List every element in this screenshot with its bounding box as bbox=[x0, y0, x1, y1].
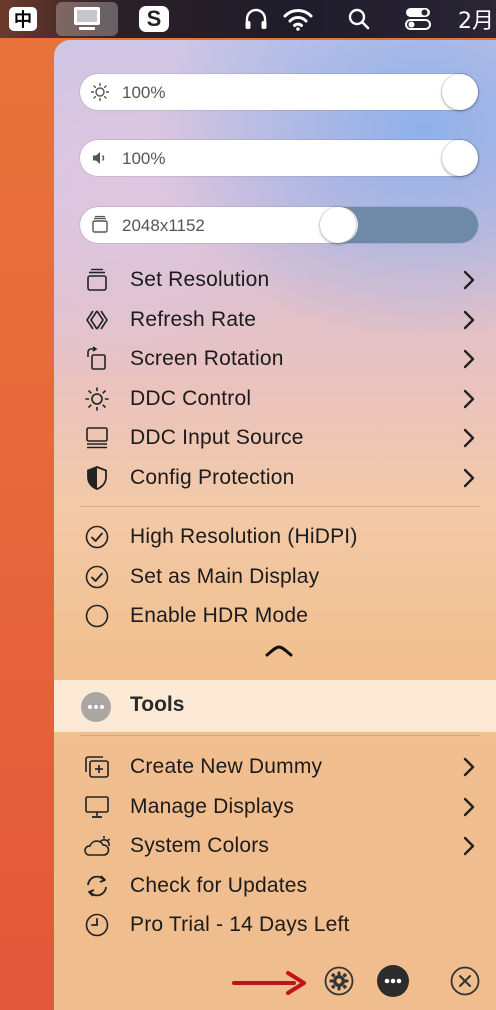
menu-item-config-protection[interactable]: Config Protection bbox=[82, 460, 482, 496]
checkmark-circle-icon bbox=[82, 522, 112, 552]
chevron-right-icon bbox=[463, 468, 475, 488]
display-icon bbox=[74, 7, 100, 30]
resolution-slider-knob[interactable] bbox=[320, 207, 356, 243]
spotlight-item[interactable] bbox=[342, 0, 376, 38]
brightness-value: 100% bbox=[122, 83, 166, 102]
s-app-icon: S bbox=[139, 6, 169, 32]
menu-item-ddc-control[interactable]: DDC Control bbox=[82, 381, 482, 417]
menu-item-refresh-rate[interactable]: Refresh Rate bbox=[82, 302, 482, 338]
volume-value: 100% bbox=[122, 149, 166, 168]
shield-icon bbox=[82, 463, 112, 493]
checkmark-circle-icon bbox=[82, 562, 112, 592]
volume-slider[interactable]: 100% bbox=[80, 140, 478, 176]
input-source-icon bbox=[82, 423, 112, 453]
headphones-icon bbox=[245, 8, 267, 29]
s-app-item[interactable]: S bbox=[134, 0, 174, 38]
menu-item-label: Config Protection bbox=[130, 466, 295, 489]
more-dots-icon bbox=[384, 978, 402, 984]
tools-item-label: Create New Dummy bbox=[130, 755, 323, 778]
resolution-slider[interactable]: 2048x1152 bbox=[80, 207, 478, 243]
menu-item-label: Screen Rotation bbox=[130, 347, 284, 370]
gear-icon bbox=[324, 966, 354, 996]
refresh-icon bbox=[82, 871, 112, 901]
menu-separator bbox=[80, 506, 480, 507]
collapse-caret-icon[interactable] bbox=[265, 644, 293, 658]
tools-section-header[interactable]: Tools bbox=[54, 680, 496, 732]
close-circle-icon bbox=[450, 966, 480, 996]
tools-item-label: System Colors bbox=[130, 834, 270, 857]
brightness-icon bbox=[90, 82, 110, 102]
tools-item-manage-displays[interactable]: Manage Displays bbox=[82, 789, 482, 825]
control-center-icon bbox=[405, 8, 431, 30]
menu-item-ddc-input-source[interactable]: DDC Input Source bbox=[82, 420, 482, 456]
speaker-icon bbox=[93, 152, 105, 164]
resolution-value: 2048x1152 bbox=[122, 216, 205, 235]
tools-item-system-colors[interactable]: System Colors bbox=[82, 828, 482, 864]
tools-item-check-updates[interactable]: Check for Updates bbox=[82, 868, 482, 904]
empty-circle-icon bbox=[82, 601, 112, 631]
display-icon bbox=[82, 792, 112, 822]
tools-item-pro-trial[interactable]: Pro Trial - 14 Days Left bbox=[82, 907, 482, 943]
more-dots-icon bbox=[81, 692, 111, 722]
tools-item-label: Manage Displays bbox=[130, 795, 295, 818]
input-method-label: 中 bbox=[9, 7, 37, 31]
control-center-item[interactable] bbox=[398, 0, 438, 38]
menu-separator bbox=[80, 735, 480, 736]
chevron-right-icon bbox=[463, 836, 475, 856]
search-icon bbox=[348, 8, 370, 30]
chevron-right-icon bbox=[463, 389, 475, 409]
date-clock[interactable]: 2月 bbox=[458, 0, 496, 38]
brightness-slider[interactable]: 100% bbox=[80, 74, 478, 110]
toggle-hidpi[interactable]: High Resolution (HiDPI) bbox=[82, 519, 482, 555]
toggle-main-display[interactable]: Set as Main Display bbox=[82, 559, 482, 595]
settings-button[interactable] bbox=[323, 965, 355, 997]
tools-item-label: Pro Trial - 14 Days Left bbox=[130, 913, 350, 936]
chevron-right-icon bbox=[463, 310, 475, 330]
chevron-right-icon bbox=[463, 270, 475, 290]
tools-label: Tools bbox=[130, 693, 185, 716]
menu-item-label: Refresh Rate bbox=[130, 308, 257, 331]
toggle-hdr[interactable]: Enable HDR Mode bbox=[82, 598, 482, 634]
chevron-right-icon bbox=[463, 349, 475, 369]
quit-button[interactable] bbox=[449, 965, 481, 997]
wifi-icon bbox=[283, 9, 313, 31]
cloud-sun-icon bbox=[82, 831, 112, 861]
toggle-label: High Resolution (HiDPI) bbox=[130, 525, 358, 548]
chevron-right-icon bbox=[463, 428, 475, 448]
resolution-icon bbox=[92, 215, 108, 233]
menu-bar: 中 S 2月 bbox=[0, 0, 496, 38]
menu-item-label: DDC Input Source bbox=[130, 426, 304, 449]
volume-slider-knob[interactable] bbox=[442, 140, 478, 176]
input-method-item[interactable]: 中 bbox=[6, 0, 40, 38]
toggle-label: Set as Main Display bbox=[130, 565, 320, 588]
refresh-rate-icon bbox=[82, 305, 112, 335]
add-display-icon bbox=[82, 752, 112, 782]
headphones-item[interactable] bbox=[236, 0, 276, 38]
wifi-item[interactable] bbox=[278, 0, 318, 38]
toggle-label: Enable HDR Mode bbox=[130, 604, 309, 627]
brightness-slider-knob[interactable] bbox=[442, 74, 478, 110]
chevron-right-icon bbox=[463, 797, 475, 817]
menu-item-label: Set Resolution bbox=[130, 268, 270, 291]
rotation-icon bbox=[82, 344, 112, 374]
more-options-button[interactable] bbox=[377, 965, 409, 997]
chevron-right-icon bbox=[463, 757, 475, 777]
tools-item-label: Check for Updates bbox=[130, 874, 308, 897]
resolution-icon bbox=[82, 265, 112, 295]
menu-item-set-resolution[interactable]: Set Resolution bbox=[82, 262, 482, 298]
tools-item-create-dummy[interactable]: Create New Dummy bbox=[82, 749, 482, 785]
menu-item-label: DDC Control bbox=[130, 387, 252, 410]
arrow-annotation-icon bbox=[232, 971, 306, 995]
clock-icon bbox=[82, 910, 112, 940]
display-menu-panel: 100% 100% 2048x1152 Set Resolution Refre… bbox=[54, 40, 496, 1010]
display-menu-item[interactable] bbox=[56, 2, 118, 36]
menu-item-screen-rotation[interactable]: Screen Rotation bbox=[82, 341, 482, 377]
ddc-control-icon bbox=[82, 384, 112, 414]
